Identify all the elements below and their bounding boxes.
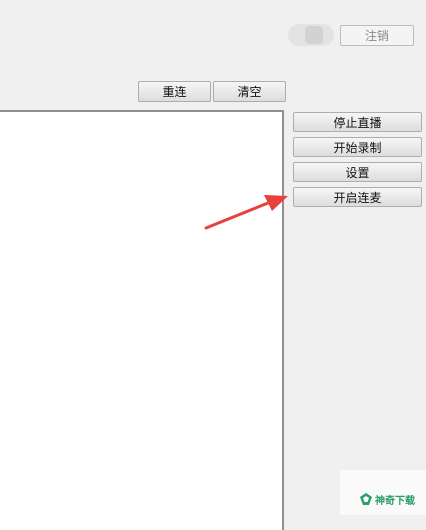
start-co-stream-button[interactable]: 开启连麦 xyxy=(293,187,422,207)
start-recording-button[interactable]: 开始录制 xyxy=(293,137,422,157)
watermark-logo-icon xyxy=(360,493,372,505)
reconnect-button[interactable]: 重连 xyxy=(138,81,211,102)
settings-button[interactable]: 设置 xyxy=(293,162,422,182)
logout-button[interactable]: 注销 xyxy=(340,25,414,46)
red-arrow-icon xyxy=(204,195,288,230)
watermark: 神奇下载 xyxy=(340,470,426,515)
watermark-text: 神奇下载 xyxy=(375,496,415,507)
clear-button[interactable]: 清空 xyxy=(213,81,286,102)
avatar xyxy=(288,24,334,46)
stop-live-button[interactable]: 停止直播 xyxy=(293,112,422,132)
chat-panel xyxy=(0,110,284,530)
